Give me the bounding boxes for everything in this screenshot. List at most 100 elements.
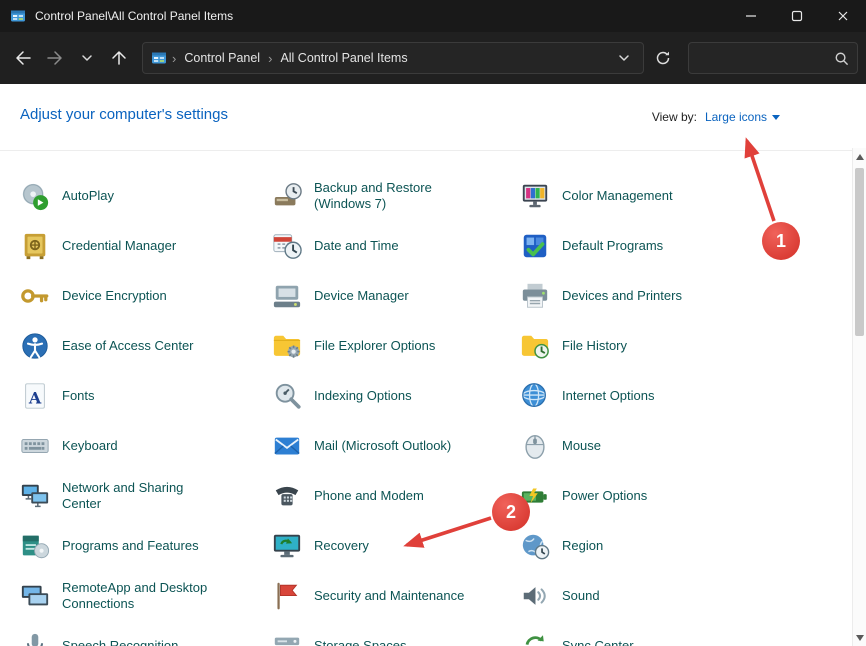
item-devices-and-printers[interactable]: Devices and Printers [520,271,826,321]
close-button[interactable] [820,0,866,32]
item-region[interactable]: Region [520,521,826,571]
recovery-icon [272,531,302,561]
maximize-button[interactable] [774,0,820,32]
file-history-icon [520,331,550,361]
item-sound[interactable]: Sound [520,571,826,621]
item-label: Keyboard [62,438,118,454]
item-fonts[interactable]: A Fonts [20,371,272,421]
item-security-and-maintenance[interactable]: Security and Maintenance [272,571,520,621]
devices-printers-icon [520,281,550,311]
back-button[interactable] [8,43,38,73]
refresh-button[interactable] [648,43,678,73]
item-device-manager[interactable]: Device Manager [272,271,520,321]
scroll-down-arrow[interactable] [856,635,864,641]
control-panel-app-icon [10,8,26,24]
device-encryption-icon [20,281,50,311]
item-label: Sync Center [562,638,634,646]
item-indexing-options[interactable]: Indexing Options [272,371,520,421]
page-title: Adjust your computer's settings [20,106,228,123]
item-label: Credential Manager [62,238,176,254]
item-file-explorer-options[interactable]: File Explorer Options [272,321,520,371]
item-device-encryption[interactable]: Device Encryption [20,271,272,321]
item-label: Ease of Access Center [62,338,194,354]
item-label: Fonts [62,388,95,404]
item-label: Security and Maintenance [314,588,464,604]
scroll-up-arrow[interactable] [856,154,864,160]
address-dropdown-button[interactable] [613,47,635,69]
breadcrumb-separator: › [167,51,181,66]
control-panel-items-grid: AutoPlayBackup and Restore (Windows 7) Co… [20,171,826,646]
item-label: Color Management [562,188,673,204]
speech-recognition-icon [20,631,50,646]
window-title: Control Panel\All Control Panel Items [35,9,233,23]
search-box[interactable] [688,42,858,74]
divider [0,150,852,151]
item-power-options[interactable]: Power Options [520,471,826,521]
control-panel-window: Control Panel\All Control Panel Items [0,0,866,646]
dropdown-caret-icon [772,115,780,120]
up-icon [110,49,128,67]
navigation-toolbar: › Control Panel › All Control Panel Item… [0,32,866,84]
item-label: Power Options [562,488,647,504]
item-label: Default Programs [562,238,663,254]
item-label: Mail (Microsoft Outlook) [314,438,451,454]
item-autoplay[interactable]: AutoPlay [20,171,272,221]
item-phone-and-modem[interactable]: Phone and Modem [272,471,520,521]
address-bar[interactable]: › Control Panel › All Control Panel Item… [142,42,644,74]
indexing-options-icon [272,381,302,411]
item-credential-manager[interactable]: Credential Manager [20,221,272,271]
item-color-management[interactable]: Color Management [520,171,826,221]
view-by-dropdown[interactable]: Large icons [705,110,780,124]
storage-spaces-icon [272,631,302,646]
item-storage-spaces[interactable]: Storage Spaces [272,621,520,646]
item-speech-recognition[interactable]: Speech Recognition [20,621,272,646]
item-label: Device Encryption [62,288,167,304]
programs-features-icon [20,531,50,561]
item-network-and-sharing-center[interactable]: Network and Sharing Center [20,471,272,521]
forward-icon [46,49,64,67]
item-programs-and-features[interactable]: Programs and Features [20,521,272,571]
item-keyboard[interactable]: Keyboard [20,421,272,471]
item-default-programs[interactable]: Default Programs [520,221,826,271]
remoteapp-icon [20,581,50,611]
item-ease-of-access-center[interactable]: Ease of Access Center [20,321,272,371]
sync-center-icon [520,631,550,646]
item-sync-center[interactable]: Sync Center [520,621,826,646]
item-label: Devices and Printers [562,288,682,304]
item-label: Storage Spaces [314,638,407,646]
vertical-scrollbar[interactable] [852,148,866,646]
item-remoteapp-and-desktop-connections[interactable]: RemoteApp and Desktop Connections [20,571,272,621]
chevron-down-icon [618,52,630,64]
item-label: Region [562,538,603,554]
default-programs-icon [520,231,550,261]
breadcrumb-separator: › [263,51,277,66]
recent-locations-button[interactable] [72,43,102,73]
security-maintenance-icon [272,581,302,611]
refresh-icon [655,50,671,66]
item-date-and-time[interactable]: Date and Time [272,221,520,271]
minimize-icon [743,8,759,24]
breadcrumb-control-panel[interactable]: Control Panel [181,50,263,66]
item-backup-and-restore-windows-7[interactable]: Backup and Restore (Windows 7) [272,171,520,221]
device-manager-icon [272,281,302,311]
mouse-icon [520,431,550,461]
item-mouse[interactable]: Mouse [520,421,826,471]
keyboard-icon [20,431,50,461]
view-by-value: Large icons [705,110,767,124]
search-input[interactable] [697,50,834,66]
item-mail-microsoft-outlook[interactable]: Mail (Microsoft Outlook) [272,421,520,471]
internet-options-icon [520,381,550,411]
svg-text:A: A [28,389,42,408]
up-button[interactable] [104,43,134,73]
forward-button[interactable] [40,43,70,73]
minimize-button[interactable] [728,0,774,32]
item-file-history[interactable]: File History [520,321,826,371]
breadcrumb-all-control-panel-items[interactable]: All Control Panel Items [277,50,410,66]
item-internet-options[interactable]: Internet Options [520,371,826,421]
item-label: Recovery [314,538,369,554]
autoplay-icon [20,181,50,211]
network-sharing-icon [20,481,50,511]
scrollbar-thumb[interactable] [855,168,864,336]
item-label: File History [562,338,627,354]
item-recovery[interactable]: Recovery [272,521,520,571]
